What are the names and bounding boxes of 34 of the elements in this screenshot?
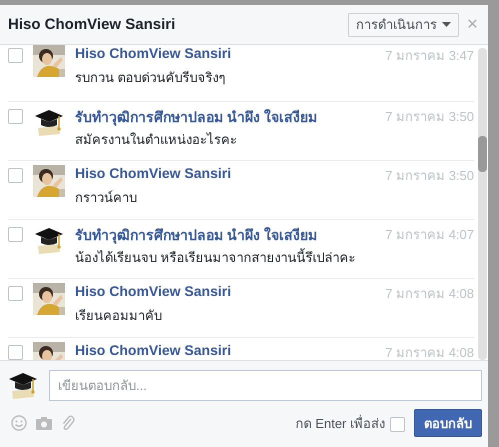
message-time: 7 มกราคม 4:08	[385, 285, 474, 303]
message-text: สมัครงานในตำแหน่งอะไรคะ	[75, 131, 238, 149]
enter-to-send-checkbox[interactable]	[390, 417, 405, 432]
sender-name[interactable]: Hiso ChomView Sansiri	[75, 283, 232, 304]
message-checkbox[interactable]	[8, 227, 23, 242]
message-time: 7 มกราคม 3:50	[385, 167, 474, 185]
message-time: 7 มกราคม 4:07	[385, 226, 474, 244]
enter-to-send-label: กด Enter เพื่อส่ง	[296, 414, 385, 432]
message-time: 7 มกราคม 3:50	[385, 108, 474, 126]
message-time: 7 มกราคม 4:08	[385, 344, 474, 360]
message-checkbox[interactable]	[8, 48, 23, 63]
caret-icon	[442, 22, 451, 27]
message-text: กราวน์คาบ	[75, 189, 138, 207]
smiley-icon[interactable]	[11, 415, 27, 431]
sender-name[interactable]: Hiso ChomView Sansiri	[75, 342, 232, 360]
scrollbar[interactable]	[478, 48, 487, 360]
message-text: น้องได้เรียนจบ หรือเรียนมาจากสายงานนี้รึเปล่าคะ	[75, 247, 357, 267]
reply-button[interactable]: ตอบกลับ	[414, 409, 482, 437]
message-text: เรียนคอมมาคับ	[75, 307, 163, 325]
sender-name[interactable]: รับทำวุฒิการศึกษาปลอม นำผึง ใจเสงียม	[75, 224, 317, 246]
sender-name[interactable]: Hiso ChomView Sansiri	[75, 45, 232, 66]
message-checkbox[interactable]	[8, 345, 23, 360]
camera-icon[interactable]	[36, 416, 52, 430]
message-checkbox[interactable]	[8, 286, 23, 301]
sender-name[interactable]: Hiso ChomView Sansiri	[75, 165, 232, 186]
message-checkbox[interactable]	[8, 168, 23, 183]
window-title: Hiso ChomView Sansiri	[8, 16, 176, 33]
message-time: 7 มกราคม 3:47	[385, 47, 474, 65]
actions-dropdown[interactable]: การดำเนินการ	[348, 12, 459, 36]
reply-field[interactable]: เขียนตอบกลับ...	[49, 370, 482, 400]
message-text: รบกวน ตอบด่วนคับรีบจริงๆ	[75, 69, 227, 87]
paperclip-icon[interactable]	[61, 415, 75, 431]
message-checkbox[interactable]	[8, 109, 23, 124]
sender-name[interactable]: รับทำวุฒิการศึกษาปลอม นำผึง ใจเสงียม	[75, 106, 317, 128]
